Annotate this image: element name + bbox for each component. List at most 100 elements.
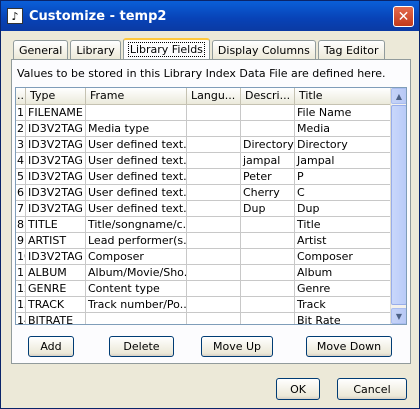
table-row[interactable]: 11ALBUMAlbum/Movie/Sho... Album bbox=[16, 265, 394, 281]
cell-description[interactable] bbox=[241, 265, 295, 280]
cell-frame[interactable]: Track number/Po... bbox=[86, 297, 187, 312]
cell-frame[interactable]: Content type bbox=[86, 281, 187, 296]
cell-index[interactable]: 5 bbox=[16, 169, 26, 184]
cell-title[interactable]: Jampal bbox=[295, 153, 394, 168]
table-row[interactable]: 10ID3V2TAGComposerComposer bbox=[16, 249, 394, 265]
cell-description[interactable] bbox=[241, 249, 295, 264]
cell-frame[interactable]: User defined text... bbox=[86, 137, 187, 152]
cell-title[interactable]: Genre bbox=[295, 281, 394, 296]
cell-description[interactable]: jampal bbox=[241, 153, 295, 168]
cell-frame[interactable]: User defined text... bbox=[86, 185, 187, 200]
table-row[interactable]: 12GENREContent type Genre bbox=[16, 281, 394, 297]
cell-index[interactable]: 10 bbox=[16, 249, 26, 264]
cell-type[interactable]: ID3V2TAG bbox=[26, 121, 86, 136]
cell-language[interactable] bbox=[187, 105, 241, 120]
cell-frame[interactable]: Media type bbox=[86, 121, 187, 136]
table-row[interactable]: 3 ID3V2TAG User defined text... Directory Di… bbox=[16, 137, 394, 153]
table-row[interactable]: 13TRACKTrack number/Po... Track bbox=[16, 297, 394, 313]
cell-description[interactable] bbox=[241, 281, 295, 296]
vertical-scrollbar[interactable]: ▲ ▼ bbox=[390, 88, 406, 324]
cell-type[interactable]: ID3V2TAG bbox=[26, 169, 86, 184]
cell-title[interactable]: Composer bbox=[295, 249, 394, 264]
cell-index[interactable]: 14 bbox=[16, 313, 26, 324]
move-down-button[interactable]: Move Down bbox=[306, 336, 392, 357]
cell-type[interactable]: ID3V2TAG bbox=[26, 185, 86, 200]
delete-button[interactable]: Delete bbox=[109, 336, 174, 357]
cell-title[interactable]: Artist bbox=[295, 233, 394, 248]
cancel-button[interactable]: Cancel bbox=[337, 378, 407, 400]
cell-type[interactable]: ID3V2TAG bbox=[26, 137, 86, 152]
cell-frame[interactable]: Lead performer(s... bbox=[86, 233, 187, 248]
cell-title[interactable]: P bbox=[295, 169, 394, 184]
column-header-language[interactable]: Langu... bbox=[187, 88, 241, 105]
fields-table[interactable]: .. Type Frame Langu... Descri... Title 1… bbox=[15, 87, 407, 325]
cell-frame[interactable]: Album/Movie/Sho... bbox=[86, 265, 187, 280]
cell-type[interactable]: GENRE bbox=[26, 281, 86, 296]
table-row[interactable]: 7 ID3V2TAG User defined text... Dup Dup bbox=[16, 201, 394, 217]
table-row[interactable]: 6 ID3V2TAG User defined text... Cherry C bbox=[16, 185, 394, 201]
cell-index[interactable]: 3 bbox=[16, 137, 26, 152]
cell-index[interactable]: 12 bbox=[16, 281, 26, 296]
column-header-type[interactable]: Type bbox=[26, 88, 86, 105]
cell-index[interactable]: 1 bbox=[16, 105, 26, 120]
tab-library-fields[interactable]: Library Fields bbox=[122, 38, 210, 59]
cell-index[interactable]: 6 bbox=[16, 185, 26, 200]
cell-description[interactable] bbox=[241, 105, 295, 120]
table-row[interactable]: 5 ID3V2TAG User defined text... Peter P bbox=[16, 169, 394, 185]
tab-display-columns[interactable]: Display Columns bbox=[211, 40, 316, 59]
cell-title[interactable]: C bbox=[295, 185, 394, 200]
table-row[interactable]: 8 TITLE Title/songname/c... Title bbox=[16, 217, 394, 233]
cell-index[interactable]: 7 bbox=[16, 201, 26, 216]
cell-type[interactable]: ID3V2TAG bbox=[26, 249, 86, 264]
cell-language[interactable] bbox=[187, 217, 241, 232]
cell-frame[interactable]: User defined text... bbox=[86, 169, 187, 184]
move-up-button[interactable]: Move Up bbox=[201, 336, 273, 357]
cell-language[interactable] bbox=[187, 233, 241, 248]
table-row[interactable]: 2 ID3V2TAG Media type Media bbox=[16, 121, 394, 137]
cell-language[interactable] bbox=[187, 137, 241, 152]
table-row[interactable]: 1 FILENAME File Name bbox=[16, 105, 394, 121]
cell-description[interactable]: Dup bbox=[241, 201, 295, 216]
cell-description[interactable] bbox=[241, 217, 295, 232]
cell-description[interactable] bbox=[241, 297, 295, 312]
cell-frame[interactable] bbox=[86, 105, 187, 120]
cell-title[interactable]: Bit Rate bbox=[295, 313, 394, 324]
cell-type[interactable]: TITLE bbox=[26, 217, 86, 232]
cell-title[interactable]: Track bbox=[295, 297, 394, 312]
cell-description[interactable]: Peter bbox=[241, 169, 295, 184]
cell-index[interactable]: 13 bbox=[16, 297, 26, 312]
column-header-title[interactable]: Title bbox=[295, 88, 394, 105]
cell-description[interactable]: Directory bbox=[241, 137, 295, 152]
cell-language[interactable] bbox=[187, 153, 241, 168]
cell-frame[interactable] bbox=[86, 313, 187, 324]
cell-language[interactable] bbox=[187, 281, 241, 296]
scroll-down-icon[interactable]: ▼ bbox=[391, 308, 406, 324]
cell-type[interactable]: ID3V2TAG bbox=[26, 201, 86, 216]
cell-description[interactable] bbox=[241, 313, 295, 324]
column-header-index[interactable]: .. bbox=[16, 88, 26, 105]
cell-title[interactable]: Title bbox=[295, 217, 394, 232]
cell-language[interactable] bbox=[187, 185, 241, 200]
cell-title[interactable]: Album bbox=[295, 265, 394, 280]
cell-frame[interactable]: User defined text... bbox=[86, 153, 187, 168]
cell-frame[interactable]: Title/songname/c... bbox=[86, 217, 187, 232]
cell-language[interactable] bbox=[187, 169, 241, 184]
cell-index[interactable]: 9 bbox=[16, 233, 26, 248]
cell-index[interactable]: 4 bbox=[16, 153, 26, 168]
scrollbar-thumb[interactable] bbox=[391, 105, 406, 305]
cell-type[interactable]: FILENAME bbox=[26, 105, 86, 120]
cell-language[interactable] bbox=[187, 121, 241, 136]
cell-type[interactable]: ALBUM bbox=[26, 265, 86, 280]
cell-title[interactable]: Dup bbox=[295, 201, 394, 216]
scroll-up-icon[interactable]: ▲ bbox=[391, 88, 406, 104]
cell-type[interactable]: ARTIST bbox=[26, 233, 86, 248]
cell-index[interactable]: 11 bbox=[16, 265, 26, 280]
tab-general[interactable]: General bbox=[13, 40, 69, 59]
table-row[interactable]: 14BITRATE Bit Rate bbox=[16, 313, 394, 324]
add-button[interactable]: Add bbox=[28, 336, 74, 357]
cell-language[interactable] bbox=[187, 201, 241, 216]
cell-description[interactable] bbox=[241, 121, 295, 136]
table-row[interactable]: 4 ID3V2TAG User defined text... jampal Jampa… bbox=[16, 153, 394, 169]
cell-language[interactable] bbox=[187, 249, 241, 264]
cell-type[interactable]: BITRATE bbox=[26, 313, 86, 324]
